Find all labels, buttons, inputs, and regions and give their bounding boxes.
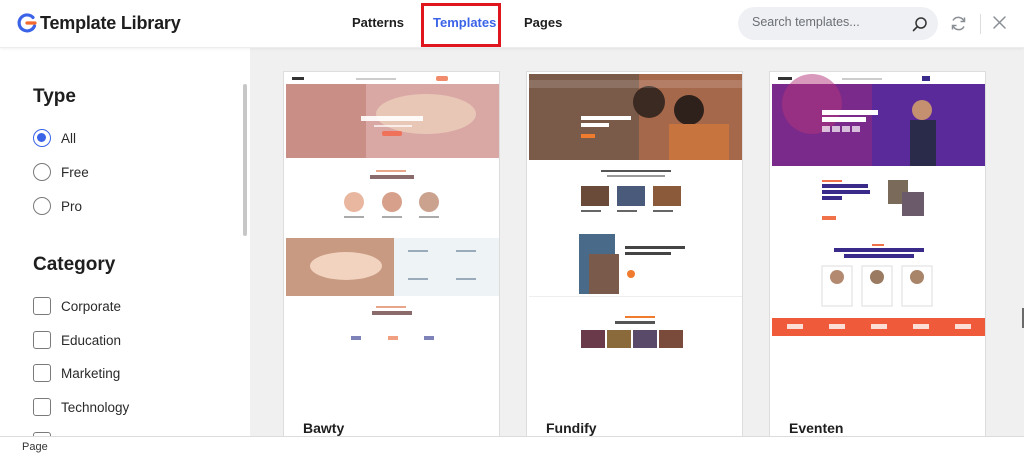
category-option-corporate[interactable]: Corporate bbox=[33, 297, 121, 315]
radio-free[interactable] bbox=[33, 163, 51, 181]
tab-highlight-box bbox=[421, 3, 501, 47]
radio-pro[interactable] bbox=[33, 197, 51, 215]
close-icon[interactable] bbox=[992, 15, 1007, 30]
template-card-fundify[interactable]: Fundify bbox=[526, 71, 743, 436]
refresh-icon[interactable] bbox=[950, 15, 967, 32]
search-box bbox=[738, 7, 938, 40]
checkbox-corporate[interactable] bbox=[33, 297, 51, 315]
checkbox-marketing[interactable] bbox=[33, 364, 51, 382]
status-bar: Page bbox=[0, 436, 1024, 456]
search-input[interactable] bbox=[752, 15, 902, 29]
template-name: Eventen bbox=[789, 420, 844, 436]
template-library-modal: Template Library Patterns Templates Page… bbox=[0, 0, 1024, 456]
logo: Template Library bbox=[16, 12, 181, 34]
type-option-all[interactable]: All bbox=[33, 129, 76, 147]
category-option-label: Education bbox=[61, 332, 122, 348]
header-divider bbox=[980, 14, 981, 34]
filter-sidebar: Type All Free Pro Category Corporate Edu… bbox=[0, 48, 250, 436]
template-card-bawty[interactable]: Bawty bbox=[283, 71, 500, 436]
type-heading: Type bbox=[33, 86, 76, 107]
template-preview[interactable] bbox=[772, 74, 985, 408]
checkbox-education[interactable] bbox=[33, 331, 51, 349]
template-card-eventen[interactable]: Eventen bbox=[769, 71, 986, 436]
template-name: Bawty bbox=[303, 420, 345, 436]
template-grid: Bawty Fundify Eventen bbox=[250, 48, 1024, 436]
category-option-label: Technology bbox=[61, 399, 130, 415]
template-name: Fundify bbox=[546, 420, 597, 436]
tab-patterns[interactable]: Patterns bbox=[352, 15, 404, 30]
category-option-label: Corporate bbox=[61, 298, 122, 314]
template-preview-image bbox=[529, 74, 742, 348]
type-option-free[interactable]: Free bbox=[33, 163, 89, 181]
category-option-technology[interactable]: Technology bbox=[33, 398, 129, 416]
template-preview-image bbox=[286, 74, 499, 340]
tab-pages[interactable]: Pages bbox=[524, 15, 562, 30]
app-title: Template Library bbox=[40, 12, 181, 33]
template-preview[interactable] bbox=[286, 74, 499, 408]
category-heading: Category bbox=[33, 254, 116, 275]
search-icon[interactable] bbox=[912, 16, 928, 32]
status-text: Page bbox=[22, 441, 48, 453]
template-preview[interactable] bbox=[529, 74, 742, 408]
checkbox-technology[interactable] bbox=[33, 398, 51, 416]
category-option-label: Marketing bbox=[61, 365, 121, 381]
type-option-label: Free bbox=[61, 164, 89, 180]
type-option-pro[interactable]: Pro bbox=[33, 197, 82, 215]
header: Template Library Patterns Templates Page… bbox=[0, 0, 1024, 48]
category-option-education[interactable]: Education bbox=[33, 331, 121, 349]
sidebar-scrollbar[interactable] bbox=[243, 84, 247, 236]
type-option-label: All bbox=[61, 130, 77, 146]
category-option-marketing[interactable]: Marketing bbox=[33, 364, 120, 382]
template-preview-image bbox=[772, 74, 985, 336]
logo-icon bbox=[17, 13, 37, 33]
radio-all[interactable] bbox=[33, 129, 51, 147]
type-option-label: Pro bbox=[61, 198, 83, 214]
